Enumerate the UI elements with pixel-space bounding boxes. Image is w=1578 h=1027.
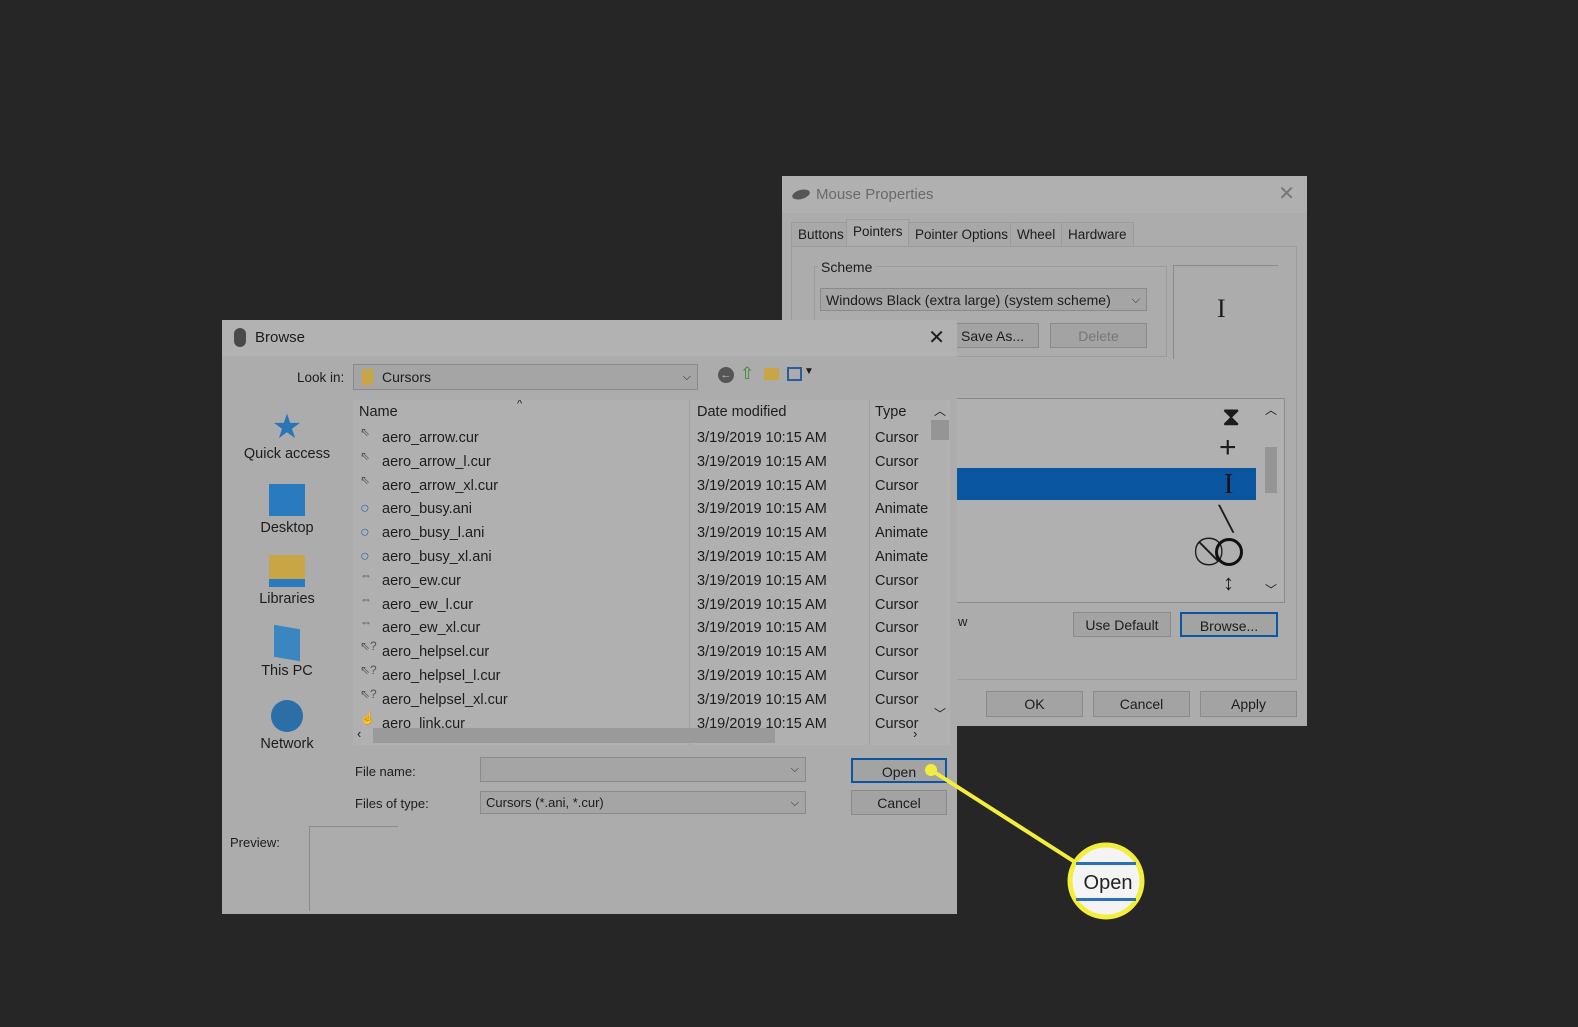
callout-line <box>929 768 1080 866</box>
callout-overlay: Open <box>925 764 1145 920</box>
callout-label: Open <box>1084 872 1133 894</box>
callout-border-bottom <box>1076 898 1136 901</box>
callout-dot <box>925 764 937 776</box>
callout-border-top <box>1076 862 1136 865</box>
